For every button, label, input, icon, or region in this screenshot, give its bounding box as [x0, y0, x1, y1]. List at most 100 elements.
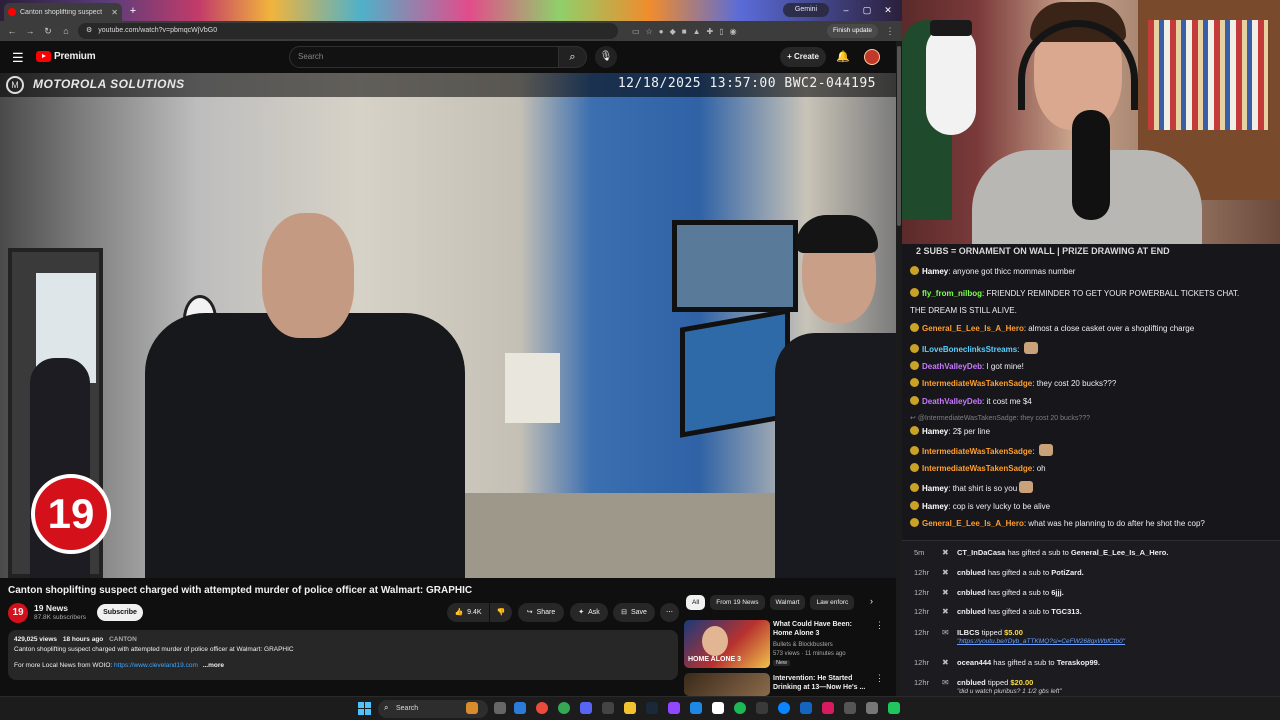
more-actions-icon[interactable]: ⋯ [660, 603, 679, 622]
dislike-button[interactable]: 👎 [490, 603, 512, 622]
chat-username[interactable]: Hamey [922, 427, 948, 436]
like-button[interactable]: 👍 9.4K [447, 603, 489, 622]
more-link[interactable]: ...more [203, 662, 224, 669]
video-thumbnail[interactable] [684, 673, 770, 696]
task-view-icon[interactable] [494, 702, 506, 714]
new-tab-icon[interactable]: + [126, 4, 140, 18]
recommended-video[interactable]: Intervention: He Started Drinking at 13—… [684, 673, 884, 696]
chat-username[interactable]: Hamey [922, 502, 948, 511]
cast-icon[interactable]: ▭ [632, 27, 640, 36]
ask-button[interactable]: ✦ Ask [570, 603, 608, 622]
account-avatar[interactable] [864, 49, 880, 65]
edge-icon[interactable] [514, 702, 526, 714]
chat-username[interactable]: IntermediateWasTakenSadge [922, 464, 1032, 473]
reload-icon[interactable]: ↻ [42, 26, 54, 37]
description-box[interactable]: 429,025 views 18 hours ago CANTON Canton… [8, 630, 678, 680]
chat-username[interactable]: DeathValleyDeb [922, 397, 982, 406]
twitch-icon[interactable] [668, 702, 680, 714]
tab-active[interactable]: Canton shoplifting suspect ✕ [4, 3, 122, 21]
chat-username[interactable]: IntermediateWasTakenSadge [922, 379, 1032, 388]
app-icon[interactable] [888, 702, 900, 714]
app-icon[interactable] [690, 702, 702, 714]
search-icon[interactable]: ⌕ [559, 46, 587, 68]
url-field[interactable]: ⚙ youtube.com/watch?v=pbmqcWjVbG0 [78, 23, 618, 39]
finish-update-button[interactable]: Finish update [826, 24, 878, 38]
forward-icon[interactable]: → [24, 26, 36, 36]
chip-walmart[interactable]: Walmart [769, 595, 806, 610]
description-link[interactable]: https://www.cleveland19.com [114, 662, 198, 669]
browser-menu-icon[interactable]: ⋮ [884, 26, 896, 37]
chat-message: ↩ @IntermediateWasTakenSadge: they cost … [910, 413, 1276, 425]
extension-icon[interactable]: ■ [682, 27, 687, 36]
app-icon[interactable] [756, 702, 768, 714]
video-player[interactable]: M MOTOROLA SOLUTIONS 12/18/2025 13:57:00… [0, 73, 896, 578]
widget-icon[interactable] [466, 702, 478, 714]
extension-icon[interactable]: ▲ [693, 27, 701, 36]
chat-username[interactable]: Hamey [922, 484, 948, 493]
view-count: 429,025 views [14, 636, 58, 643]
chat-username[interactable]: Hamey [922, 267, 948, 276]
home-icon[interactable]: ⌂ [60, 26, 72, 36]
notifications-bell-icon[interactable]: 🔔 [836, 50, 850, 63]
app-icon[interactable] [778, 702, 790, 714]
event-action: has gifted a sub to [1007, 548, 1069, 557]
windows-start-icon[interactable] [358, 702, 371, 715]
app-icon[interactable] [602, 702, 614, 714]
sidebar-icon[interactable]: ▯ [719, 27, 723, 36]
app-icon[interactable] [844, 702, 856, 714]
chat-username[interactable]: IntermediateWasTakenSadge [922, 447, 1032, 456]
chat-message: Hamey: anyone got thicc mommas number [910, 266, 1276, 278]
recommended-channel[interactable]: Bullets & Blockbusters [773, 642, 833, 648]
microphone-icon[interactable]: 🎙 [595, 46, 617, 68]
hashtag[interactable]: CANTON [109, 636, 137, 643]
back-icon[interactable]: ← [6, 26, 18, 36]
search-input[interactable]: Search [289, 46, 559, 68]
scrollbar-thumb[interactable] [897, 46, 901, 226]
recommended-video[interactable]: HOME ALONE 3 What Could Have Been: Home … [684, 620, 884, 670]
create-button[interactable]: + Create [780, 47, 826, 67]
chrome-profile-icon[interactable] [558, 702, 570, 714]
steam-icon[interactable] [646, 702, 658, 714]
maximize-icon[interactable]: ▢ [859, 3, 875, 17]
more-options-icon[interactable]: ⋮ [875, 673, 884, 684]
chat-username[interactable]: fly_from_nilbog [922, 289, 982, 298]
chat-username[interactable]: ILoveBoneclinksStreams [922, 345, 1017, 354]
bookmark-star-icon[interactable]: ☆ [646, 27, 653, 36]
chat-username[interactable]: DeathValleyDeb [922, 362, 982, 371]
gift-sub-icon: ✖ [942, 607, 949, 616]
gemini-button[interactable]: Gemini [783, 3, 829, 17]
save-button[interactable]: ⊟ Save [613, 603, 655, 622]
chip-all[interactable]: All [686, 595, 706, 610]
tab-close-icon[interactable]: ✕ [111, 8, 118, 17]
subscribe-button[interactable]: Subscribe [97, 604, 143, 621]
chevron-right-icon[interactable]: › [870, 596, 873, 606]
chrome-icon[interactable] [536, 702, 548, 714]
menu-icon[interactable]: ☰ [12, 50, 24, 66]
file-explorer-icon[interactable] [624, 702, 636, 714]
tip-message[interactable]: "https://youtu.be/rDyb_aTTKMQ?si=CeFW268… [957, 638, 1125, 645]
app-icon[interactable] [866, 702, 878, 714]
youtube-logo[interactable]: Premium [36, 51, 96, 62]
chip-law-enforcement[interactable]: Law enforc [810, 595, 855, 610]
app-icon[interactable] [800, 702, 812, 714]
puzzle-icon[interactable]: ✚ [707, 27, 714, 36]
chat-username[interactable]: General_E_Lee_Is_A_Hero [922, 519, 1024, 528]
minimize-icon[interactable]: – [838, 3, 854, 17]
extension-icon[interactable]: ◆ [670, 27, 676, 36]
chat-username[interactable]: General_E_Lee_Is_A_Hero [922, 324, 1024, 333]
profile-icon[interactable]: ◉ [730, 27, 737, 36]
app-icon[interactable] [712, 702, 724, 714]
channel-name[interactable]: 19 News [34, 603, 68, 613]
site-info-icon[interactable]: ⚙ [86, 23, 92, 39]
share-button[interactable]: ↪ Share [518, 603, 564, 622]
more-options-icon[interactable]: ⋮ [875, 620, 884, 631]
app-icon[interactable] [822, 702, 834, 714]
event-text: ocean444 has gifted a sub to Teraskop99. [957, 658, 1100, 667]
close-window-icon[interactable]: ✕ [880, 3, 896, 17]
extension-icon[interactable]: ● [659, 27, 664, 36]
discord-icon[interactable] [580, 702, 592, 714]
channel-avatar[interactable]: 19 [8, 603, 28, 623]
video-thumbnail[interactable]: HOME ALONE 3 [684, 620, 770, 668]
chip-from-channel[interactable]: From 19 News [710, 595, 765, 610]
spotify-icon[interactable] [734, 702, 746, 714]
